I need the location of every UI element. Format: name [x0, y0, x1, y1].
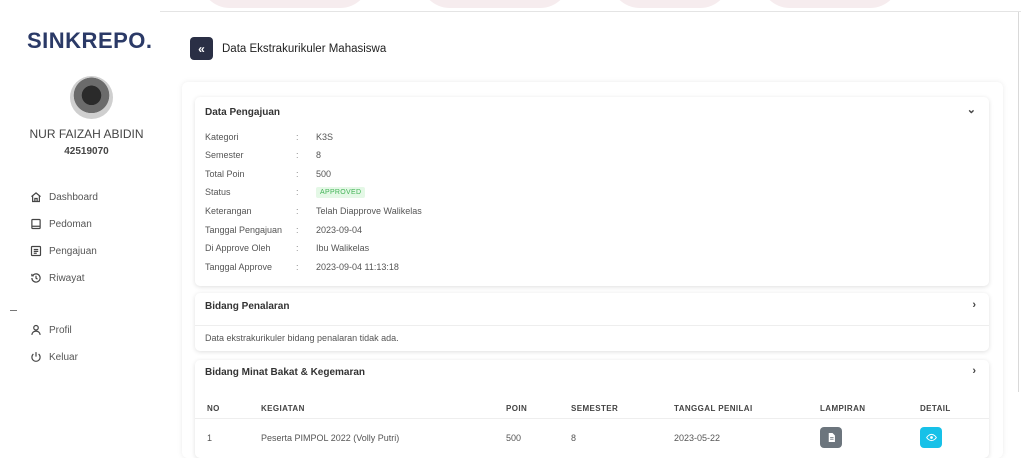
chevron-down-icon[interactable]: ⌄ [967, 103, 976, 116]
lampiran-button[interactable] [820, 427, 842, 448]
column-header-lampiran: LAMPIRAN [820, 404, 866, 413]
user-icon [31, 324, 41, 335]
field-value: 8 [316, 150, 322, 160]
cell-no: 1 [207, 433, 213, 443]
sidebar-divider [10, 310, 17, 311]
sidebar-item-pengajuan[interactable]: Pengajuan [30, 245, 97, 257]
field-label: Status [205, 187, 231, 197]
header-divider [160, 11, 1021, 12]
cell-kegiatan: Peserta PIMPOL 2022 (Volly Putri) [261, 433, 400, 443]
avatar [70, 76, 113, 119]
document-list-icon [30, 245, 42, 257]
field-value: Ibu Walikelas [316, 243, 370, 253]
field-value: K3S [316, 132, 334, 142]
column-header-poin: POIN [506, 404, 528, 413]
sidebar-item-label: Pengajuan [49, 245, 97, 257]
field-kategori: Kategori : K3S [205, 132, 333, 142]
field-status: Status : APPROVED [205, 187, 366, 198]
column-header-kegiatan: KEGIATAN [261, 404, 305, 413]
penalaran-card: Bidang Penalaran › Data ekstrakurikuler … [195, 293, 989, 351]
pengajuan-title[interactable]: Data Pengajuan [205, 107, 280, 118]
detail-button[interactable] [920, 427, 942, 448]
column-header-no: NO [207, 404, 220, 413]
field-label: Tanggal Pengajuan [205, 225, 283, 235]
cell-poin: 500 [506, 433, 522, 443]
brand-logo[interactable]: SINKREPO. [27, 28, 153, 54]
back-button[interactable]: « [190, 37, 213, 60]
cell-tanggal: 2023-05-22 [674, 433, 721, 443]
field-colon: : [296, 206, 299, 216]
field-value: 2023-09-04 [316, 225, 363, 235]
sidebar-item-label: Riwayat [49, 272, 85, 284]
sidebar-item-riwayat[interactable]: Riwayat [30, 272, 85, 284]
field-di-approve-oleh: Di Approve Oleh : Ibu Walikelas [205, 243, 369, 253]
chevron-right-icon[interactable]: › [972, 365, 976, 377]
home-icon [31, 192, 41, 203]
user-name: NUR FAIZAH ABIDIN [29, 127, 144, 141]
field-colon: : [296, 132, 299, 142]
field-keterangan: Keterangan : Telah Diapprove Walikelas [205, 206, 422, 216]
chevron-right-icon[interactable]: › [972, 299, 976, 311]
page-title: Data Ekstrakurikuler Mahasiswa [222, 43, 387, 55]
sidebar-item-label: Keluar [49, 351, 78, 363]
field-colon: : [296, 243, 299, 253]
sidebar-item-label: Dashboard [49, 191, 98, 203]
sidebar-item-keluar[interactable]: Keluar [30, 351, 78, 363]
eye-icon [925, 433, 937, 442]
sidebar-item-dashboard[interactable]: Dashboard [30, 191, 98, 203]
field-colon: : [296, 225, 299, 235]
table-divider [195, 418, 989, 419]
minat-card: Bidang Minat Bakat & Kegemaran › NO KEGI… [195, 360, 989, 458]
sidebar-item-label: Profil [49, 324, 72, 336]
sidebar-item-pedoman[interactable]: Pedoman [30, 218, 92, 230]
sidebar-item-profil[interactable]: Profil [30, 324, 72, 336]
pengajuan-card: Data Pengajuan ⌄ Kategori : K3S Semester… [195, 97, 989, 286]
field-label: Semester [205, 150, 244, 160]
power-icon [31, 352, 41, 362]
field-colon: : [296, 150, 299, 160]
status-badge: APPROVED [316, 187, 366, 198]
field-colon: : [296, 262, 299, 272]
field-tanggal-pengajuan: Tanggal Pengajuan : 2023-09-04 [205, 225, 362, 235]
sidebar-item-label: Pedoman [49, 218, 92, 230]
column-header-detail: DETAIL [920, 404, 951, 413]
field-label: Keterangan [205, 206, 252, 216]
file-icon [828, 433, 835, 442]
field-semester: Semester : 8 [205, 150, 321, 160]
column-header-tanggal-penilai: TANGGAL PENILAI [674, 404, 753, 413]
field-label: Tanggal Approve [205, 262, 273, 272]
field-colon: : [296, 187, 299, 197]
book-icon [31, 218, 41, 230]
field-value: 2023-09-04 11:13:18 [316, 262, 399, 272]
field-label: Kategori [205, 132, 239, 142]
minat-title[interactable]: Bidang Minat Bakat & Kegemaran [205, 367, 365, 378]
field-value: 500 [316, 169, 332, 179]
field-total-poin: Total Poin : 500 [205, 169, 331, 179]
scrollbar[interactable] [1018, 12, 1019, 392]
field-label: Di Approve Oleh [205, 243, 271, 253]
cell-semester: 8 [571, 433, 577, 443]
field-value: Telah Diapprove Walikelas [316, 206, 422, 216]
field-tanggal-approve: Tanggal Approve : 2023-09-04 11:13:18 [205, 262, 399, 272]
history-icon [31, 273, 41, 283]
penalaran-title[interactable]: Bidang Penalaran [205, 301, 289, 312]
empty-state-text: Data ekstrakurikuler bidang penalaran ti… [205, 333, 399, 343]
column-header-semester: SEMESTER [571, 404, 619, 413]
user-id: 42519070 [64, 146, 109, 157]
sidebar: SINKREPO. NUR FAIZAH ABIDIN 42519070 Das… [0, 0, 160, 458]
field-label: Total Poin [205, 169, 245, 179]
field-colon: : [296, 169, 299, 179]
card-divider [195, 325, 989, 326]
